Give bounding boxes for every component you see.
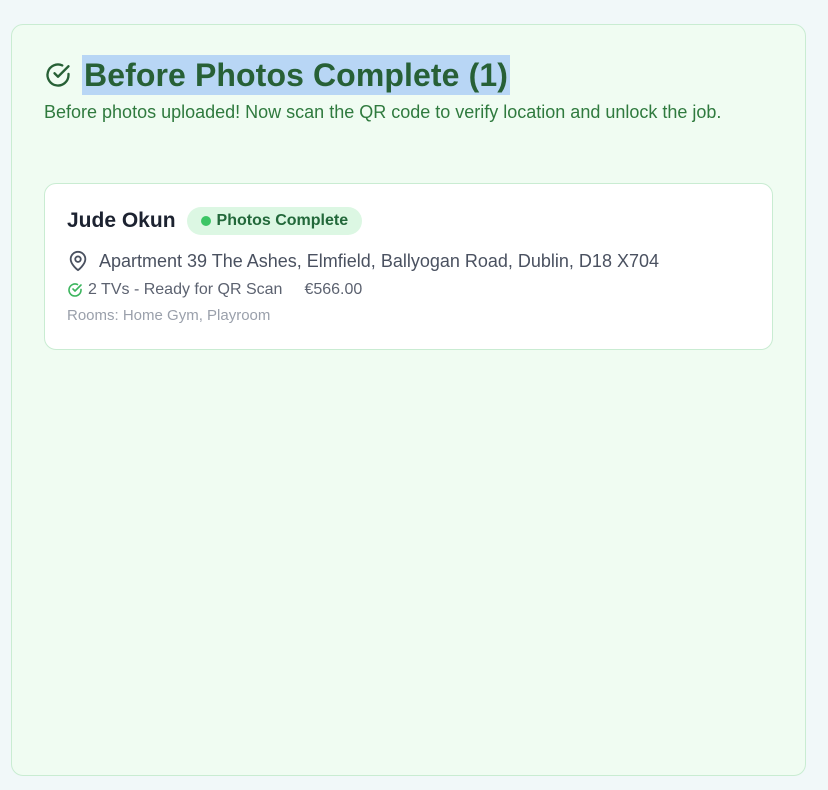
circle-check-icon xyxy=(67,282,83,298)
job-card-header: Jude Okun Photos Complete xyxy=(67,207,363,235)
circle-check-icon xyxy=(44,61,72,89)
job-address: Apartment 39 The Ashes, Elmfield, Ballyo… xyxy=(99,250,659,271)
panel-title: Before Photos Complete (1) xyxy=(82,55,510,95)
map-pin-icon xyxy=(67,250,89,272)
before-photos-complete-panel: Before Photos Complete (1) Before photos… xyxy=(11,24,806,776)
job-price: €566.00 xyxy=(304,281,363,298)
job-card[interactable]: Jude Okun Photos Complete Apartment 39 T… xyxy=(44,183,773,350)
address-row: Apartment 39 The Ashes, Elmfield, Ballyo… xyxy=(67,250,659,272)
status-badge-label: Photos Complete xyxy=(216,212,349,229)
job-rooms: Rooms: Home Gym, Playroom xyxy=(67,307,271,324)
job-meta-row: 2 TVs - Ready for QR Scan €566.00 xyxy=(67,281,362,299)
customer-name: Jude Okun xyxy=(67,209,176,232)
status-dot-icon xyxy=(200,216,211,226)
panel-header: Before Photos Complete (1) xyxy=(44,55,510,95)
panel-description: Before photos uploaded! Now scan the QR … xyxy=(44,102,722,122)
tv-status: 2 TVs - Ready for QR Scan xyxy=(88,281,283,298)
status-badge: Photos Complete xyxy=(186,207,363,235)
